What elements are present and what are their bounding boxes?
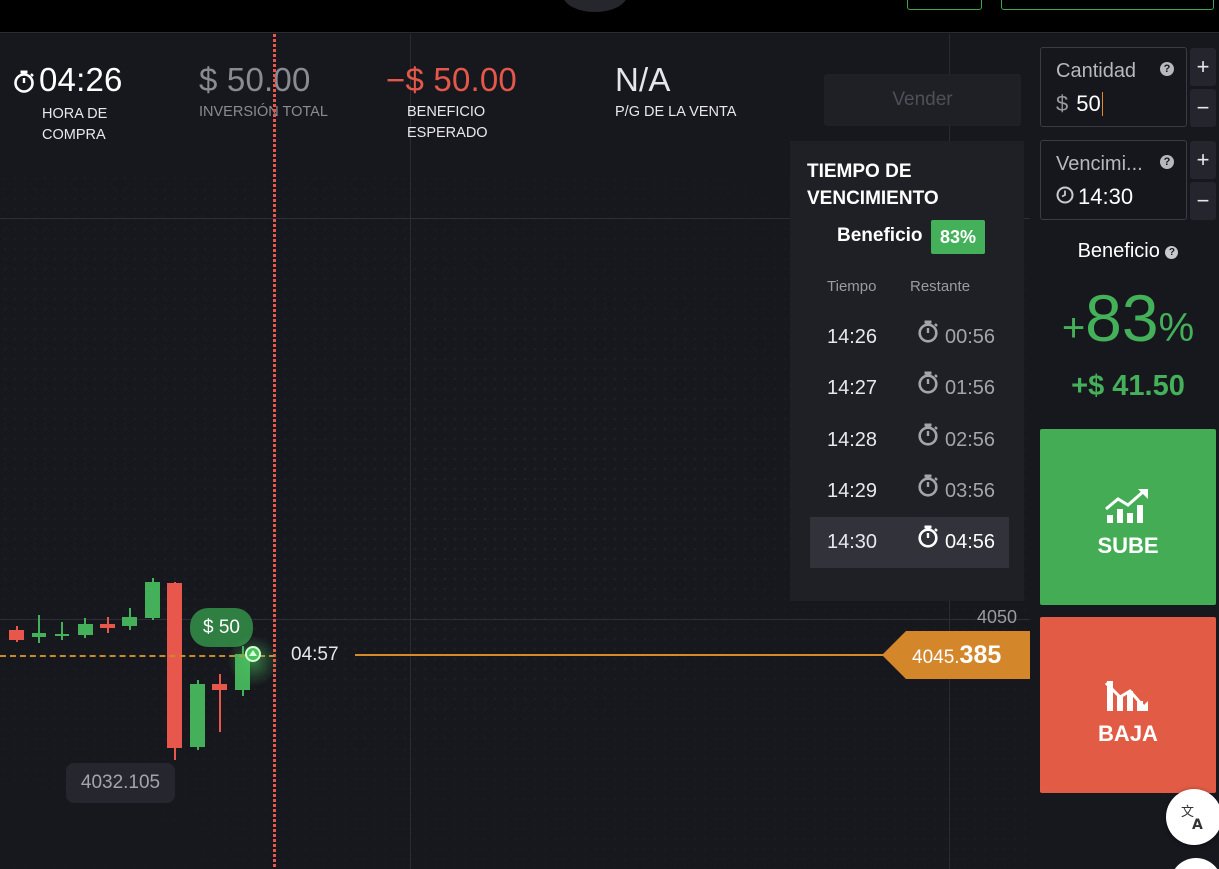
expiration-remaining: 00:56 (945, 326, 996, 348)
top-bar (0, 0, 1219, 33)
current-price-prefix: 4045. (912, 647, 960, 668)
cursor-time-label: 04:57 (291, 644, 339, 665)
candle (190, 684, 205, 747)
up-label: SUBE (1097, 533, 1159, 558)
stopwatch-icon (917, 312, 939, 363)
expiration-remaining: 01:56 (945, 377, 996, 400)
expiration-profit-badge: 83% (931, 220, 985, 254)
grid-line (410, 34, 411, 869)
trend-down-icon (1104, 681, 1148, 711)
expiry-increase-button[interactable]: + (1190, 141, 1216, 179)
price-chart[interactable]: 04:26 HORA DE COMPRA $ 50.00 INVERSIÓN T… (0, 34, 1030, 869)
expiration-remaining: 03:56 (945, 479, 996, 502)
current-price-marker (245, 646, 261, 662)
expiration-option[interactable]: 14:28 02:56 (810, 415, 1009, 466)
expiration-option[interactable]: 14:29 03:56 (810, 466, 1009, 517)
purchase-time-line (273, 34, 276, 869)
sale-pl-stat: N/A P/G DE LA VENTA (615, 60, 736, 123)
low-price-label: 4032.105 (66, 763, 175, 803)
candle (212, 684, 227, 690)
down-label: BAJA (1098, 721, 1158, 746)
translate-button[interactable]: 文 A (1166, 789, 1219, 845)
candle (55, 634, 69, 636)
expiration-profit-label: Beneficio (837, 225, 923, 246)
buy-up-button[interactable]: SUBE (1040, 429, 1216, 605)
amount-field[interactable]: Cantidad ? $ 50 (1040, 47, 1187, 127)
expiration-option[interactable]: 14:27 01:56 (810, 363, 1009, 414)
expected-profit-stat: −$ 50.00 BENEFICIO ESPERADO (386, 60, 517, 144)
candle (78, 624, 93, 635)
column-header-time: Tiempo (827, 278, 877, 295)
expiration-remaining: 04:56 (945, 531, 996, 554)
amount-decrease-button[interactable]: − (1190, 89, 1216, 127)
current-price-line (355, 654, 895, 656)
help-icon[interactable]: ? (1160, 62, 1174, 76)
candle (167, 583, 182, 748)
candle (145, 582, 160, 618)
purchase-time-stat: 04:26 HORA DE COMPRA (13, 60, 132, 146)
trend-up-icon (1105, 489, 1148, 523)
candle (122, 617, 137, 626)
sell-button[interactable]: Vender (824, 74, 1021, 126)
stopwatch-icon (917, 466, 939, 517)
help-icon[interactable]: ? (1165, 246, 1179, 259)
expiration-time: 14:26 (827, 326, 878, 348)
help-icon[interactable]: ? (1160, 155, 1174, 169)
current-price-tag: 4045.385 (882, 631, 1030, 679)
stopwatch-icon (917, 363, 939, 414)
buy-down-button[interactable]: BAJA (1040, 617, 1216, 793)
expiration-title: TIEMPO DE VENCIMIENTO (807, 161, 939, 209)
total-investment-label: INVERSIÓN TOTAL (199, 104, 328, 120)
expected-profit-label: BENEFICIO ESPERADO (407, 104, 488, 141)
candle-wick (38, 615, 40, 643)
total-investment-stat: $ 50.00 INVERSIÓN TOTAL (199, 60, 328, 123)
purchase-time-value: 04:26 (39, 61, 123, 98)
expiration-time: 14:27 (827, 377, 878, 400)
expected-profit-value: −$ 50.00 (386, 61, 517, 98)
expiry-value: 14:30 (1078, 184, 1134, 209)
price-axis-tick: 4050 (977, 607, 1018, 627)
sale-pl-label: P/G DE LA VENTA (615, 104, 737, 120)
top-button-wide[interactable] (1001, 0, 1214, 10)
candle (32, 633, 46, 637)
stopwatch-icon (13, 62, 35, 102)
expiration-time: 14:29 (827, 479, 878, 502)
expiry-field[interactable]: Vencimi... ? 14:30 (1040, 140, 1187, 220)
stopwatch-icon (917, 517, 939, 568)
stopwatch-icon (917, 415, 939, 466)
amount-value[interactable]: 50 (1076, 91, 1100, 117)
profit-amount: +$ 41.50 (1071, 370, 1185, 402)
profit-label: Beneficio ? (1040, 240, 1216, 263)
top-avatar[interactable] (563, 0, 627, 12)
expiration-option[interactable]: 14:30 04:56 (810, 517, 1009, 569)
text-caret (1101, 92, 1104, 116)
currency-symbol: $ (1056, 91, 1069, 116)
current-price-bold: 385 (959, 641, 1002, 669)
candle (9, 630, 24, 640)
top-button-small[interactable] (907, 0, 982, 10)
total-investment-value: $ 50.00 (199, 61, 311, 98)
candle-wick (61, 622, 63, 640)
expiration-remaining: 02:56 (945, 428, 996, 451)
expiry-decrease-button[interactable]: − (1190, 182, 1216, 220)
expiration-time: 14:28 (827, 428, 878, 451)
expiration-popup: TIEMPO DE VENCIMIENTO Beneficio 83% Tiem… (790, 141, 1024, 601)
grid-line (0, 619, 1030, 620)
svg-text:A: A (1192, 817, 1203, 831)
amount-label: Cantidad (1056, 60, 1137, 82)
candle (100, 624, 115, 628)
column-header-remaining: Restante (910, 278, 971, 295)
purchase-time-label: HORA DE COMPRA (42, 106, 108, 144)
expiration-time: 14:30 (827, 531, 878, 554)
sale-pl-value: N/A (615, 61, 671, 98)
expiry-label: Vencimi... (1056, 153, 1143, 175)
clock-icon (1056, 184, 1074, 210)
expiration-option[interactable]: 14:26 00:56 (810, 312, 1009, 363)
candle-wick (219, 674, 221, 732)
profit-percentage: +83% (1061, 281, 1195, 355)
amount-increase-button[interactable]: + (1190, 48, 1216, 86)
translate-icon: 文 A (1181, 805, 1203, 831)
